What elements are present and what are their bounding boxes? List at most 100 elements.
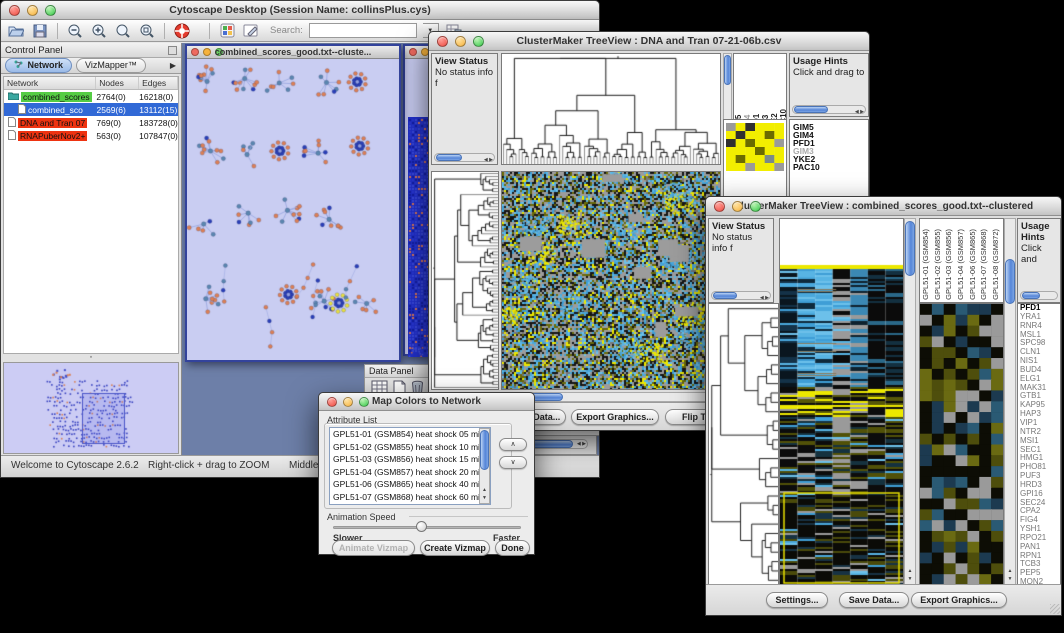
minimize-button[interactable] — [732, 201, 743, 212]
done-button[interactable]: Done — [495, 540, 530, 556]
close-button[interactable] — [9, 5, 20, 16]
zoom-vscrollbar[interactable]: ▲▼ — [1004, 218, 1016, 586]
zoom-in-icon[interactable] — [90, 22, 108, 39]
treeview2-titlebar[interactable]: ClusterMaker TreeView : combined_scores_… — [706, 197, 1061, 216]
gene-labels-panel[interactable]: PFD1YRA1RNR4MSL1SPC98CLN1NIS1BUD4ELG1MAK… — [1017, 303, 1061, 586]
treeview2-buttonbar: Settings... Save Data...Export Graphics..… — [706, 584, 1061, 615]
network-nodes: 769(0) — [96, 118, 139, 128]
status-welcome: Welcome to Cytoscape 2.6.2 — [11, 460, 139, 471]
zoom-window-button[interactable] — [359, 397, 369, 407]
network-table-row[interactable]: combined_scores2764(0)16218(0) — [4, 90, 178, 103]
treeview2-button-export-graphics-[interactable]: Export Graphics... — [911, 592, 1007, 608]
treeview1-titlebar[interactable]: ClusterMaker TreeView : DNA and Tran 07-… — [429, 32, 869, 51]
zoom-heatmap-panel[interactable] — [919, 303, 1004, 586]
animate-vizmap-button[interactable]: Animate Vizmap — [332, 540, 415, 556]
usage-hints-hscrollbar[interactable] — [1020, 291, 1058, 300]
resize-grip[interactable] — [1050, 604, 1060, 614]
column-label[interactable]: GPL51-02 (GSM855) — [933, 229, 945, 300]
search-label: Search: — [270, 25, 303, 36]
speed-slider-thumb[interactable] — [416, 521, 427, 532]
usage-hints-hscrollbar[interactable]: ◀ ▶ — [792, 105, 866, 114]
network-view-canvas[interactable] — [187, 59, 399, 360]
speed-slider-track[interactable] — [333, 526, 521, 529]
attribute-item[interactable]: GPL51-06 (GSM865) heat shock 40 min — [330, 478, 490, 491]
save-icon[interactable] — [31, 22, 49, 39]
network-name: RNAPuberNov2+ — [18, 131, 87, 141]
tab-vizmapper[interactable]: VizMapper™ — [76, 58, 146, 73]
edit-annotation-icon[interactable] — [242, 22, 260, 39]
help-icon[interactable] — [173, 22, 191, 39]
close-button[interactable] — [327, 397, 337, 407]
network-table-row[interactable]: DNA and Tran 07 769(0)183728(0) — [4, 116, 178, 129]
zoom-selected-icon[interactable] — [138, 22, 156, 39]
treeview2-button-settings-[interactable]: Settings... — [766, 592, 828, 608]
attribute-item[interactable]: GPL51-03 (GSM856) heat shock 15 min — [330, 453, 490, 466]
heatmap-panel[interactable] — [501, 171, 721, 390]
column-label[interactable]: GPL51-01 (GSM854) — [921, 229, 933, 300]
network-overview-canvas[interactable] — [4, 363, 171, 453]
zoom-column-labels-panel[interactable]: GPL51-01 (GSM854)GPL51-02 (GSM855)GPL51-… — [919, 218, 1004, 303]
column-label[interactable]: GPL51-07 (GSM868) — [979, 229, 991, 300]
document-icon — [18, 104, 26, 116]
attribute-item[interactable]: GPL51-02 (GSM855) heat shock 10 min — [330, 441, 490, 454]
zoom-window-button[interactable] — [473, 36, 484, 47]
network-name: DNA and Tran 07 — [18, 118, 87, 128]
control-panel: Control Panel Network VizMapper™ ▶ Netwo… — [1, 43, 182, 455]
zoom-fit-icon[interactable] — [114, 22, 132, 39]
network-table-header[interactable]: Network Nodes Edges — [4, 77, 178, 90]
network-overview-panel[interactable] — [3, 362, 179, 454]
treeview2-button-save-data-[interactable]: Save Data... — [839, 592, 909, 608]
vizmapper-icon[interactable] — [218, 22, 236, 39]
network-table-row[interactable]: combined_sco2569(6)13112(15) — [4, 103, 178, 116]
column-label[interactable]: GPL51-03 (GSM856) — [944, 229, 956, 300]
treeview1-button-export-graphics-[interactable]: Export Graphics... — [571, 409, 659, 425]
attribute-item[interactable]: GPL51-07 (GSM868) heat shock 60 min — [330, 491, 490, 504]
attribute-list[interactable]: GPL51-01 (GSM854) heat shock 05 minGPL51… — [329, 427, 491, 505]
minimize-button[interactable] — [27, 5, 38, 16]
status-pan-hint: Middle- — [289, 460, 322, 471]
main-titlebar[interactable]: Cytoscape Desktop (Session Name: collins… — [1, 1, 599, 20]
heatmap-panel[interactable] — [779, 218, 904, 586]
move-down-button[interactable]: ∨ — [499, 456, 527, 469]
network-edges: 107847(0) — [139, 131, 178, 141]
search-input[interactable] — [309, 23, 417, 38]
network-edges: 183728(0) — [139, 118, 178, 128]
attribute-list-vscrollbar[interactable]: ▲▼ — [479, 428, 490, 504]
treeview2-window: ClusterMaker TreeView : combined_scores_… — [705, 196, 1062, 616]
column-label[interactable]: GPL51-08 (GSM872) — [991, 229, 1003, 300]
view-status-hscrollbar[interactable]: ◀ ▶ — [434, 153, 495, 162]
minimize-button[interactable] — [455, 36, 466, 47]
overview-splitter[interactable]: ▪ — [1, 356, 181, 360]
network-nodes: 563(0) — [96, 131, 139, 141]
tab-overflow-arrow[interactable]: ▶ — [170, 61, 176, 70]
heatmap-vscrollbar[interactable]: ▲▼ — [904, 218, 916, 586]
row-dendrogram-panel[interactable] — [708, 303, 779, 586]
attribute-item[interactable]: GPL51-01 (GSM854) heat shock 05 min — [330, 428, 490, 441]
open-file-icon[interactable] — [7, 22, 25, 39]
network-name: combined_sco — [28, 105, 83, 115]
dialog-titlebar[interactable]: Map Colors to Network — [319, 393, 534, 411]
view-status-panel: View StatusNo status info f ◀ ▶ — [431, 53, 498, 165]
column-dendrogram-panel[interactable] — [501, 53, 721, 165]
tab-network[interactable]: Network — [5, 58, 72, 73]
close-button[interactable] — [437, 36, 448, 47]
network-frame[interactable]: combined_scores_good.txt--cluste... — [185, 44, 401, 362]
zoom-window-button[interactable] — [45, 5, 56, 16]
minimize-button[interactable] — [343, 397, 353, 407]
row-label[interactable]: PAC10 — [793, 163, 868, 171]
create-vizmap-button[interactable]: Create Vizmap — [420, 540, 490, 556]
column-label[interactable]: GPL51-06 (GSM865) — [968, 229, 980, 300]
float-panel-icon[interactable] — [168, 46, 177, 55]
zoom-window-button[interactable] — [750, 201, 761, 212]
control-panel-title: Control Panel — [5, 45, 63, 56]
close-button[interactable] — [714, 201, 725, 212]
frame-close-icon[interactable] — [409, 48, 417, 56]
network-table-row[interactable]: RNAPuberNov2+ 563(0)107847(0) — [4, 129, 178, 142]
attribute-item[interactable]: GPL51-04 (GSM857) heat shock 20 min — [330, 466, 490, 479]
view-status-hscrollbar[interactable]: ◀ ▶ — [711, 291, 771, 300]
move-up-button[interactable]: ∧ — [499, 438, 527, 451]
row-dendrogram-panel[interactable] — [431, 171, 499, 390]
column-label[interactable]: GPL51-04 (GSM857) — [956, 229, 968, 300]
zoom-out-icon[interactable] — [66, 22, 84, 39]
status-zoom-hint: Right-click + drag to ZOOM — [148, 460, 269, 471]
